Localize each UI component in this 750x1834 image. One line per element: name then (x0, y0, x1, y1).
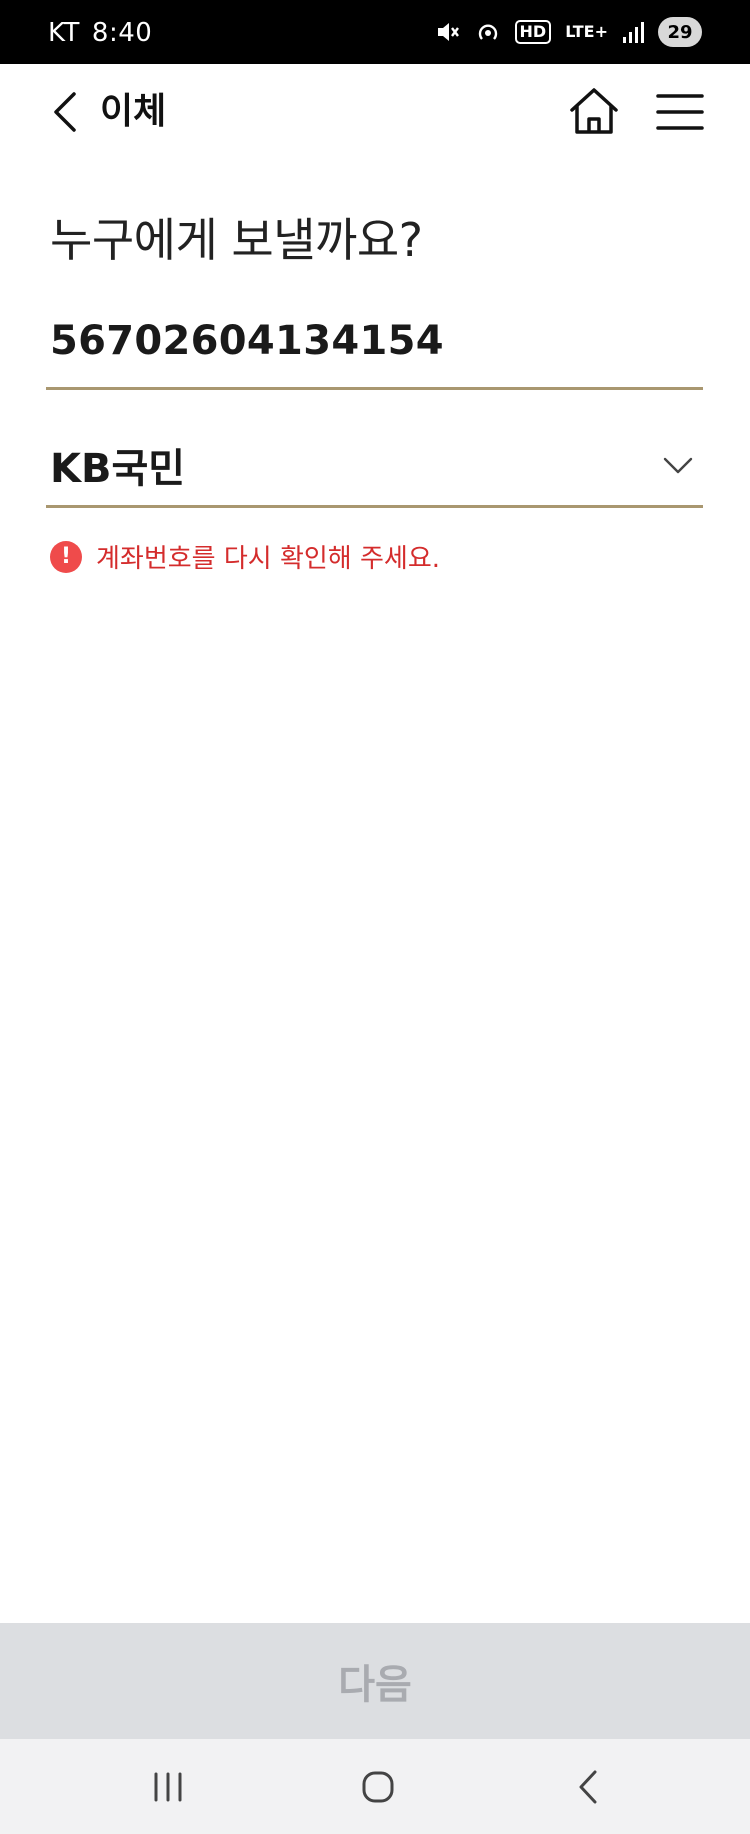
next-button-label: 다음 (338, 1662, 412, 1708)
back-button[interactable] (40, 86, 90, 138)
recent-apps-icon (154, 1772, 182, 1802)
alert-icon: ! (50, 540, 82, 573)
carrier-label: KT (48, 18, 80, 48)
status-right: HD LTE+ 29 (435, 14, 702, 50)
bank-select-value: KB국민 (50, 446, 186, 492)
battery-indicator: 29 (658, 17, 702, 47)
status-left: KT 8:40 (48, 18, 152, 48)
hotspot-icon (475, 14, 501, 50)
nav-home-icon (362, 1771, 394, 1803)
page-title: 이체 (100, 91, 167, 132)
system-nav-bar (0, 1739, 750, 1834)
network-type-icon: LTE+ (565, 22, 608, 41)
hd-voice-icon: HD (514, 20, 552, 44)
status-bar: KT 8:40 HD LTE+ 29 (0, 0, 750, 64)
home-button[interactable] (566, 84, 622, 140)
signal-icon (622, 14, 644, 50)
account-number-input[interactable] (50, 318, 690, 364)
hamburger-menu-icon (656, 94, 704, 130)
chevron-left-icon (54, 92, 76, 132)
nav-home-button[interactable] (352, 1761, 404, 1813)
account-error: ! 계좌번호를 다시 확인해 주세요. (50, 538, 440, 575)
recent-apps-button[interactable] (142, 1761, 194, 1813)
mute-icon (435, 14, 461, 50)
app-header: 이체 (0, 64, 750, 160)
recipient-question: 누구에게 보낼까요? (50, 213, 423, 267)
clock: 8:40 (91, 18, 153, 48)
chevron-down-icon (663, 457, 693, 474)
nav-back-button[interactable] (562, 1761, 614, 1813)
menu-button[interactable] (654, 86, 706, 138)
bank-select[interactable]: KB국민 (46, 424, 703, 508)
error-message: 계좌번호를 다시 확인해 주세요. (96, 544, 441, 574)
home-icon (570, 88, 618, 134)
next-button[interactable]: 다음 (0, 1623, 750, 1739)
account-number-field (46, 310, 703, 390)
nav-back-icon (579, 1770, 597, 1804)
